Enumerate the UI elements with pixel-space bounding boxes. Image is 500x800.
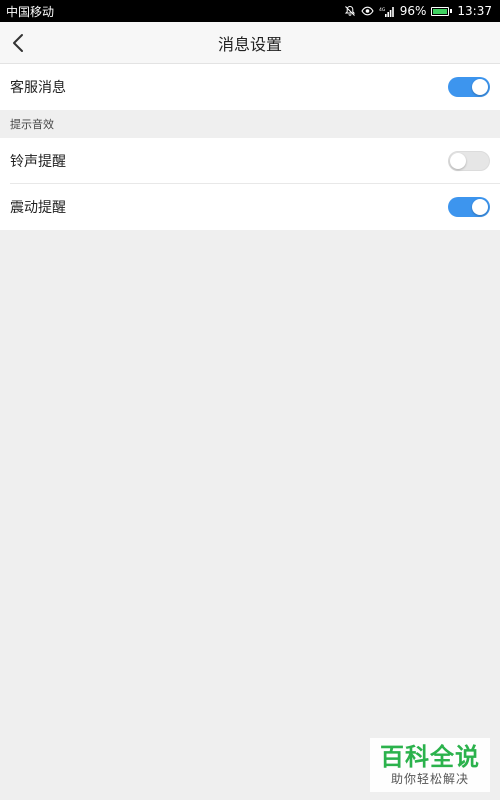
mute-icon: [344, 5, 356, 17]
battery-icon: [431, 6, 453, 16]
header-bar: 消息设置: [0, 22, 500, 64]
chevron-left-icon: [13, 34, 23, 52]
eye-icon: [361, 6, 374, 16]
toggle-knob: [472, 79, 488, 95]
watermark-subtitle: 助你轻松解决: [390, 772, 469, 786]
status-bar: 中国移动 4G 96% 13:37: [0, 0, 500, 22]
vibration-toggle[interactable]: [448, 197, 490, 217]
section-header-sound: 提示音效: [0, 110, 500, 138]
watermark-logo: 百科全说 助你轻松解决: [370, 738, 490, 792]
toggle-knob: [450, 153, 466, 169]
watermark-title: 百科全说: [380, 743, 480, 771]
back-button[interactable]: [4, 22, 32, 64]
ringtone-label: 铃声提醒: [10, 154, 66, 170]
page-title: 消息设置: [217, 34, 282, 54]
screen: 中国移动 4G 96% 13:37 消息设置 客服消息 提示音效 铃声提醒 震动…: [0, 0, 500, 800]
status-icons: 4G 96% 13:37: [344, 4, 492, 18]
vibration-label: 震动提醒: [10, 200, 66, 216]
svg-text:4G: 4G: [379, 7, 386, 13]
toggle-knob: [472, 199, 488, 215]
setting-row-vibration: 震动提醒: [0, 184, 500, 230]
setting-row-customer-service: 客服消息: [0, 64, 500, 110]
ringtone-toggle[interactable]: [448, 151, 490, 171]
customer-service-label: 客服消息: [10, 80, 66, 96]
battery-percent: 96%: [399, 4, 427, 18]
carrier-label: 中国移动: [6, 4, 55, 19]
clock-time: 13:37: [457, 4, 492, 18]
signal-icon: 4G: [379, 6, 395, 17]
customer-service-toggle[interactable]: [448, 77, 490, 97]
setting-row-ringtone: 铃声提醒: [0, 138, 500, 184]
